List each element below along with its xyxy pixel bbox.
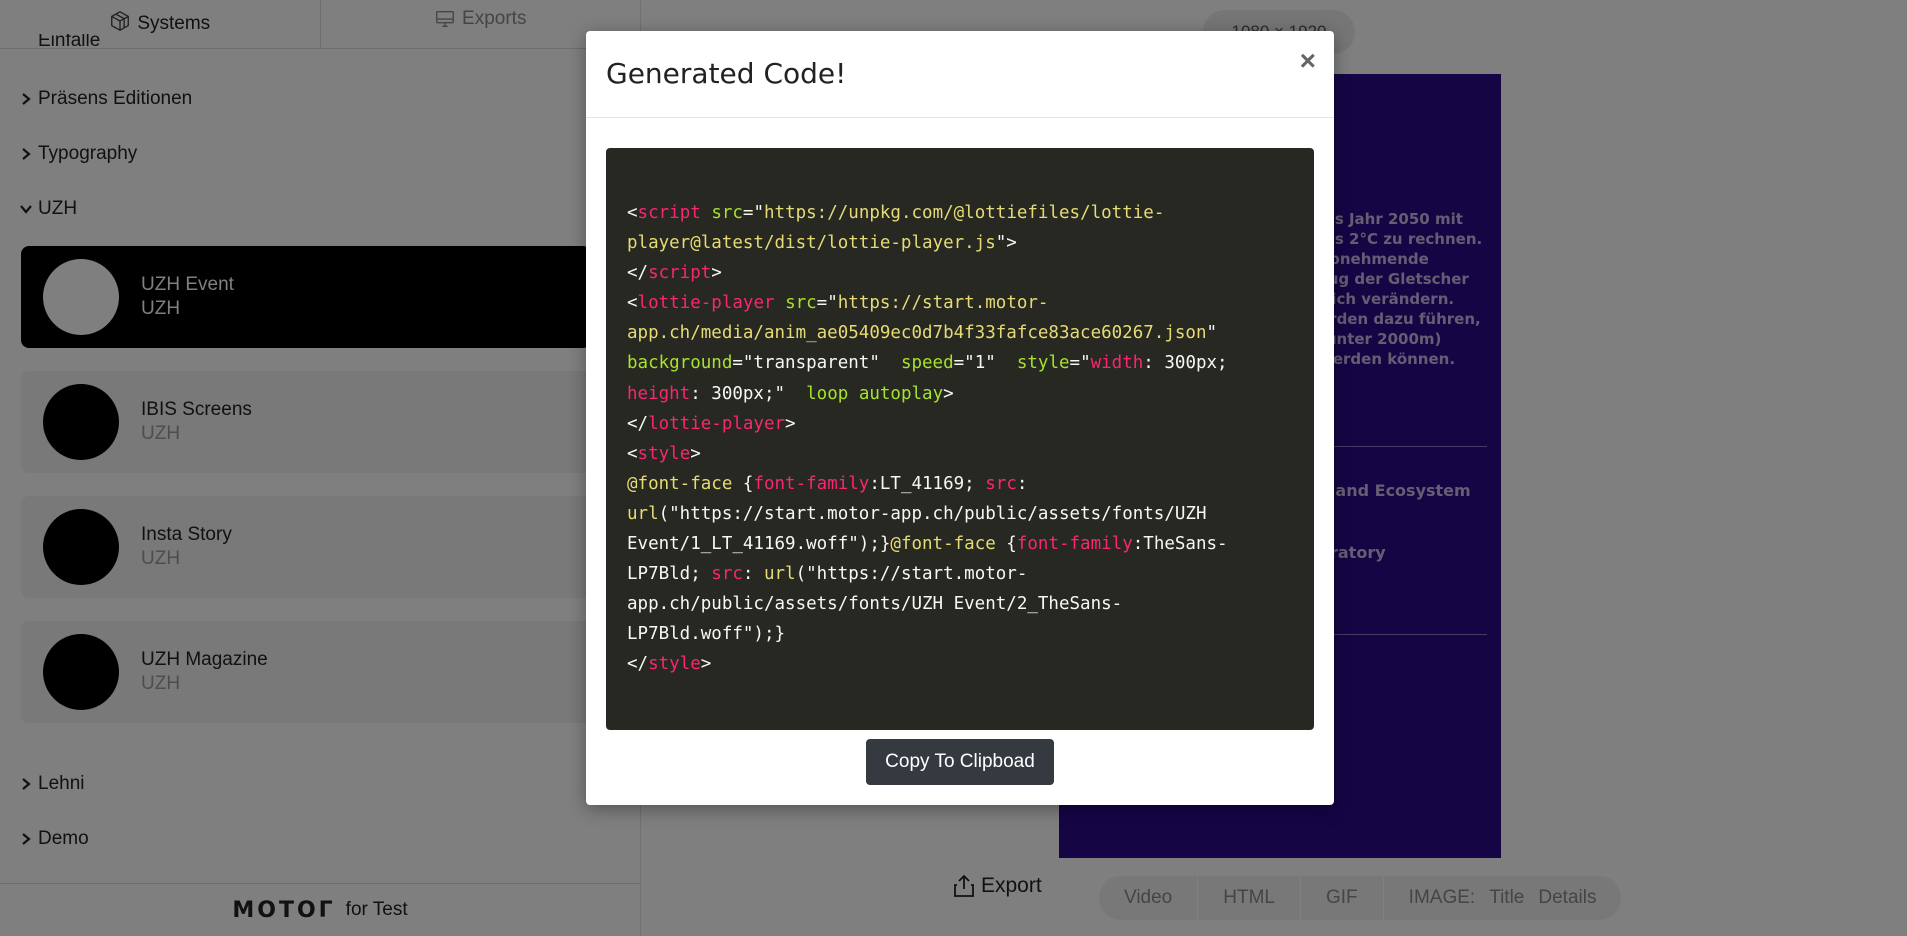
code-text: < — [627, 203, 638, 223]
code-tag: height — [627, 383, 691, 404]
code-text: LP7Bld.woff");} — [627, 624, 786, 645]
code-text: : 300px; — [1143, 353, 1228, 374]
code-line: </style> — [627, 654, 711, 674]
code-line: player@latest/dist/lottie-player.js"> — [627, 233, 1017, 253]
code-text: : — [742, 564, 764, 585]
code-line: app.ch/public/assets/fonts/UZH Event/2_T… — [627, 594, 1122, 614]
code-string: @font-face — [890, 534, 996, 555]
code-text: :TheSans- — [1132, 534, 1228, 555]
code-line: <lottie-player src="https://start.motor- — [627, 293, 1048, 313]
code-string: url — [763, 564, 796, 585]
code-text: < — [627, 293, 638, 314]
code-text: > — [943, 383, 954, 404]
code-text: { — [995, 534, 1017, 555]
code-tag: font-family — [753, 473, 870, 494]
code-line: height: 300px;" loop autoplay> — [627, 384, 954, 404]
code-tag: src — [985, 473, 1017, 494]
code-text: ("https://start.motor-app.ch/public/asse… — [658, 503, 1207, 524]
code-attr: style — [1016, 353, 1070, 374]
code-line: url("https://start.motor-app.ch/public/a… — [627, 504, 1206, 524]
code-text: ="1" — [953, 353, 1017, 374]
code-text: > — [785, 413, 796, 434]
code-text: ="transparent" — [732, 353, 901, 374]
code-text: </ — [627, 263, 649, 284]
code-text: Event/1_LT_41169.woff");} — [627, 534, 891, 555]
code-attr: background — [627, 353, 733, 374]
code-text: ("https://start.motor- — [795, 564, 1028, 585]
modal-title: Generated Code! — [606, 57, 847, 90]
code-text: " — [1206, 323, 1218, 344]
code-string: app.ch/media/anim_ae05409ec0d7b4f33fafce… — [627, 323, 1207, 344]
code-text: { — [732, 473, 754, 494]
code-string: @font-face — [627, 473, 733, 494]
code-string: url — [627, 503, 659, 524]
code-text: < — [627, 443, 638, 464]
code-text: app.ch/public/assets/fonts/UZH Event/2_T… — [627, 594, 1123, 615]
code-text: =" — [742, 203, 764, 223]
code-text: "> — [995, 233, 1017, 254]
code-tag: src — [711, 564, 743, 585]
modal-header: Generated Code! × — [586, 31, 1334, 118]
code-tag: style — [637, 443, 691, 464]
code-line: @font-face {font-family:LT_41169; src: — [627, 474, 1027, 494]
code-line: app.ch/media/anim_ae05409ec0d7b4f33fafce… — [627, 323, 1217, 343]
code-text: > — [700, 654, 712, 675]
code-tag: lottie-player — [637, 293, 775, 314]
code-text: </ — [627, 654, 649, 675]
code-text: </ — [627, 413, 649, 434]
code-line: LP7Bld; src: url("https://start.motor- — [627, 564, 1027, 584]
close-icon[interactable]: × — [1300, 47, 1316, 75]
code-block[interactable]: <script src="https://unpkg.com/@lottiefi… — [606, 148, 1314, 730]
generated-code-modal: Generated Code! × <script src="https://u… — [586, 31, 1334, 805]
code-text: > — [711, 263, 722, 284]
code-text: :LT_41169; — [869, 473, 986, 494]
code-string: https://unpkg.com/@lottiefiles/lottie- — [764, 203, 1165, 223]
code-tag: script — [648, 263, 712, 284]
code-text: : — [1016, 473, 1028, 494]
code-tag: width — [1090, 353, 1144, 374]
code-attr: loop — [806, 383, 849, 404]
code-line: LP7Bld.woff");} — [627, 624, 785, 644]
code-line: background="transparent" speed="1" style… — [627, 353, 1228, 373]
code-string: https://start.motor- — [837, 293, 1049, 314]
code-line: <style> — [627, 444, 701, 464]
code-line: </script> — [627, 263, 722, 283]
code-attr: autoplay — [858, 383, 944, 404]
code-attr: speed — [900, 353, 954, 374]
code-text: =" — [816, 293, 838, 314]
code-line: <script src="https://unpkg.com/@lottiefi… — [627, 203, 1164, 223]
code-tag: style — [648, 654, 701, 675]
code-string: player@latest/dist/lottie-player.js — [627, 233, 996, 254]
code-text: : 300px;" — [690, 383, 807, 404]
code-text: LP7Bld; — [627, 564, 712, 585]
code-line: Event/1_LT_41169.woff");}@font-face {fon… — [627, 534, 1228, 554]
code-tag: script — [637, 203, 701, 223]
generated-code: <script src="https://unpkg.com/@lottiefi… — [627, 198, 1228, 680]
code-tag: lottie-player — [648, 413, 786, 434]
copy-to-clipboard-button[interactable]: Copy To Clipboad — [866, 739, 1054, 785]
code-tag: font-family — [1016, 534, 1133, 555]
code-text: > — [690, 443, 701, 464]
code-text: =" — [1069, 353, 1091, 374]
code-line: </lottie-player> — [627, 414, 796, 434]
code-attr: src — [711, 203, 743, 223]
code-attr: src — [785, 293, 817, 314]
